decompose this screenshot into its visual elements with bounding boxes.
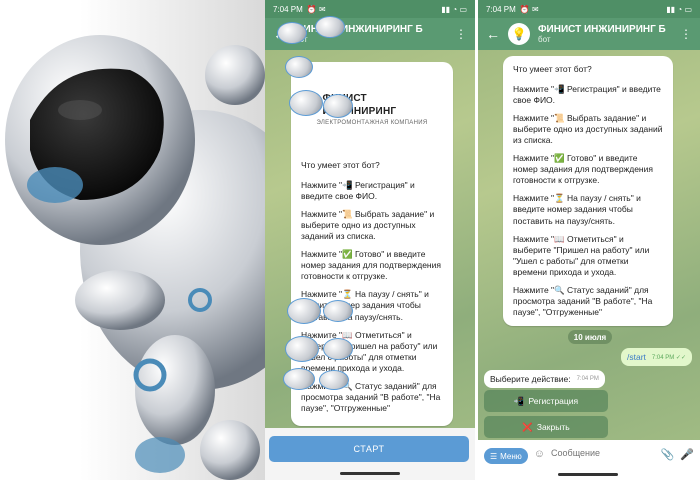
robot-arm-segment (323, 338, 353, 360)
status-right-icons: ▮▮ ◔ ▭ (441, 4, 467, 14)
bot-avatar[interactable]: 💡 (508, 23, 530, 45)
intro-item: Нажмите "📲 Регистрация" и введите свое Ф… (301, 180, 415, 202)
company-logo: 💡 ФИНИСТ ИНЖИНИРИНГ ЭЛЕКТРОМОНТАЖНАЯ КОМ… (301, 70, 443, 150)
start-button[interactable]: СТАРТ (269, 436, 469, 462)
phone-icon: 📲 (513, 395, 525, 406)
intro-item: Нажмите "📖 Отметиться" и выберите "Прише… (301, 329, 438, 373)
status-icons: ⏰ ✉ (519, 4, 539, 14)
robot-arm-segment (289, 90, 323, 116)
chat-subtitle: бот (295, 35, 447, 44)
bot-intro-card: Что умеет этот бот? Нажмите "📲 Регистрац… (503, 56, 673, 326)
intro-item: Нажмите "📲 Регистрация" и введите свое Ф… (513, 84, 661, 106)
intro-item: Нажмите "📜 Выбрать задание" и выберите о… (301, 209, 435, 242)
robot-arm-segment (319, 370, 349, 390)
status-icons: ⏰ ✉ (306, 4, 326, 14)
mic-icon[interactable]: 🎤 (680, 448, 694, 461)
intro-item: Нажмите "⏳ На паузу / снять" и введите н… (301, 289, 429, 322)
start-bar: СТАРТ (265, 428, 475, 480)
intro-item: Нажмите "🔍 Статус заданий" для просмотра… (513, 284, 653, 317)
status-time: 7:04 PM (273, 4, 303, 14)
menu-button[interactable]: ☰ Меню (484, 448, 528, 464)
chat-title: ФИНИСТ ИНЖИНИРИНГ Б (538, 24, 666, 35)
intro-item: Нажмите "✅ Готово" и введите номер задан… (301, 249, 441, 282)
message-text[interactable]: /start (627, 352, 646, 362)
more-icon[interactable]: ⋮ (680, 27, 692, 41)
robot-illustration (0, 0, 265, 480)
button-label: Закрыть (536, 422, 570, 432)
outgoing-message[interactable]: /start 7:04 PM ✓✓ (621, 348, 692, 366)
close-button[interactable]: ❌ Закрыть (484, 416, 608, 438)
intro-heading: Что умеет этот бот? (301, 160, 380, 170)
robot-arm-segment (285, 56, 313, 78)
right-phone-screen: 7:04 PM ⏰ ✉ ▮▮ ◔ ▭ ← 💡 ФИНИСТ ИНЖИНИРИНГ… (478, 0, 700, 480)
intro-heading: Что умеет этот бот? (513, 64, 592, 74)
bot-intro-card: 💡 ФИНИСТ ИНЖИНИРИНГ ЭЛЕКТРОМОНТАЖНАЯ КОМ… (291, 62, 453, 426)
message-input[interactable] (551, 448, 655, 458)
left-phone-screen: 7:04 PM ⏰ ✉ ▮▮ ◔ ▭ ← ФИНИСТ ИНЖИНИРИНГ Б… (265, 0, 475, 480)
chat-header[interactable]: ← 💡 ФИНИСТ ИНЖИНИРИНГ Б бот ⋮ (478, 18, 700, 50)
message-text: Выберите действие: (490, 374, 571, 384)
status-time: 7:04 PM (486, 4, 516, 14)
robot-arm-segment (287, 298, 321, 324)
bulb-icon: 💡 (511, 27, 527, 41)
robot-icon (5, 35, 265, 480)
emoji-icon[interactable]: ☺ (534, 448, 545, 460)
intro-item: Нажмите "📜 Выбрать задание" и выберите о… (513, 113, 663, 146)
close-icon: ❌ (522, 421, 533, 432)
menu-label: Меню (500, 451, 522, 461)
date-separator: 10 июля (568, 330, 612, 344)
chat-subtitle: бот (538, 35, 551, 44)
message-time: 7:04 PM ✓✓ (651, 354, 686, 361)
incoming-message: Выберите действие: 7:04 PM (484, 370, 605, 388)
home-indicator (558, 473, 618, 476)
button-label: Регистрация (528, 396, 579, 406)
register-button[interactable]: 📲 Регистрация (484, 390, 608, 412)
robot-arm-segment (283, 368, 315, 390)
robot-arm-segment (323, 94, 353, 118)
menu-icon: ☰ (490, 451, 498, 461)
home-indicator (340, 472, 400, 475)
message-time: 7:04 PM (576, 376, 599, 382)
intro-item: Нажмите "✅ Готово" и введите номер задан… (513, 153, 653, 186)
back-arrow-icon[interactable]: ← (486, 26, 500, 42)
status-bar: 7:04 PM ⏰ ✉ ▮▮ ◔ ▭ (478, 0, 700, 18)
status-bar: 7:04 PM ⏰ ✉ ▮▮ ◔ ▭ (265, 0, 475, 18)
robot-arm-segment (285, 336, 319, 362)
robot-arm-segment (315, 16, 345, 38)
robot-arm-segment (323, 300, 353, 322)
status-right-icons: ▮▮ ◔ ▭ (666, 4, 692, 14)
more-icon[interactable]: ⋮ (455, 27, 467, 41)
attach-icon[interactable]: 📎 (661, 448, 675, 461)
logo-tagline: ЭЛЕКТРОМОНТАЖНАЯ КОМПАНИЯ (316, 120, 428, 127)
intro-item: Нажмите "⏳ На паузу / снять" и введите н… (513, 193, 641, 226)
robot-arm-segment (277, 22, 307, 44)
intro-item: Нажмите "📖 Отметиться" и выберите "Прише… (513, 233, 650, 277)
